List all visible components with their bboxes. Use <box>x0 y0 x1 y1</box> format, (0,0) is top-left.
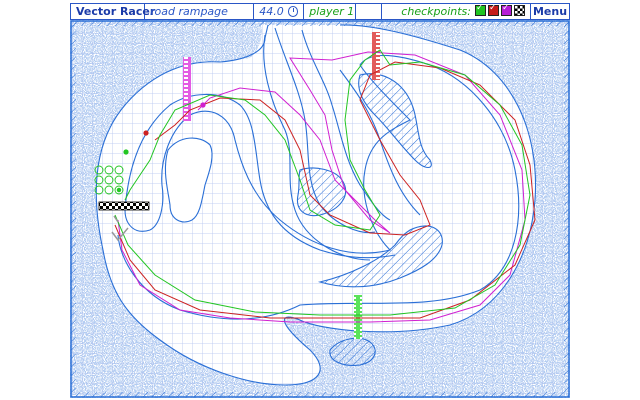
checkpoint-magenta <box>183 57 191 121</box>
checkpoints-label: checkpoints: <box>401 5 471 18</box>
magenta-car-position <box>200 102 206 108</box>
finish-checker <box>99 202 149 210</box>
game-title: Vector Racer <box>71 4 155 19</box>
current-move-marker <box>116 187 122 193</box>
checkpoint-indicator-3 <box>501 3 512 16</box>
checkpoint-indicator-1 <box>475 3 486 16</box>
checkpoint-indicators <box>473 3 525 19</box>
checkpoint-indicator-4 <box>514 4 525 16</box>
checkpoint-green <box>354 295 362 339</box>
top-bar: Vector Racer road rampage 44.0 player 1 … <box>70 3 570 20</box>
timer-value: 44.0 <box>259 5 284 18</box>
clock-icon <box>287 6 299 17</box>
checkpoints-status: checkpoints: <box>382 3 531 19</box>
status-blank <box>356 4 383 19</box>
current-player: player 1 <box>304 4 357 19</box>
race-board[interactable] <box>70 20 570 398</box>
red-car-position <box>143 130 149 136</box>
menu-button[interactable]: Menu <box>531 4 569 19</box>
track-name: road rampage <box>145 4 255 19</box>
checkpoint-indicator-2 <box>488 3 499 16</box>
green-car-position <box>123 149 129 155</box>
timer: 44.0 <box>254 4 305 19</box>
